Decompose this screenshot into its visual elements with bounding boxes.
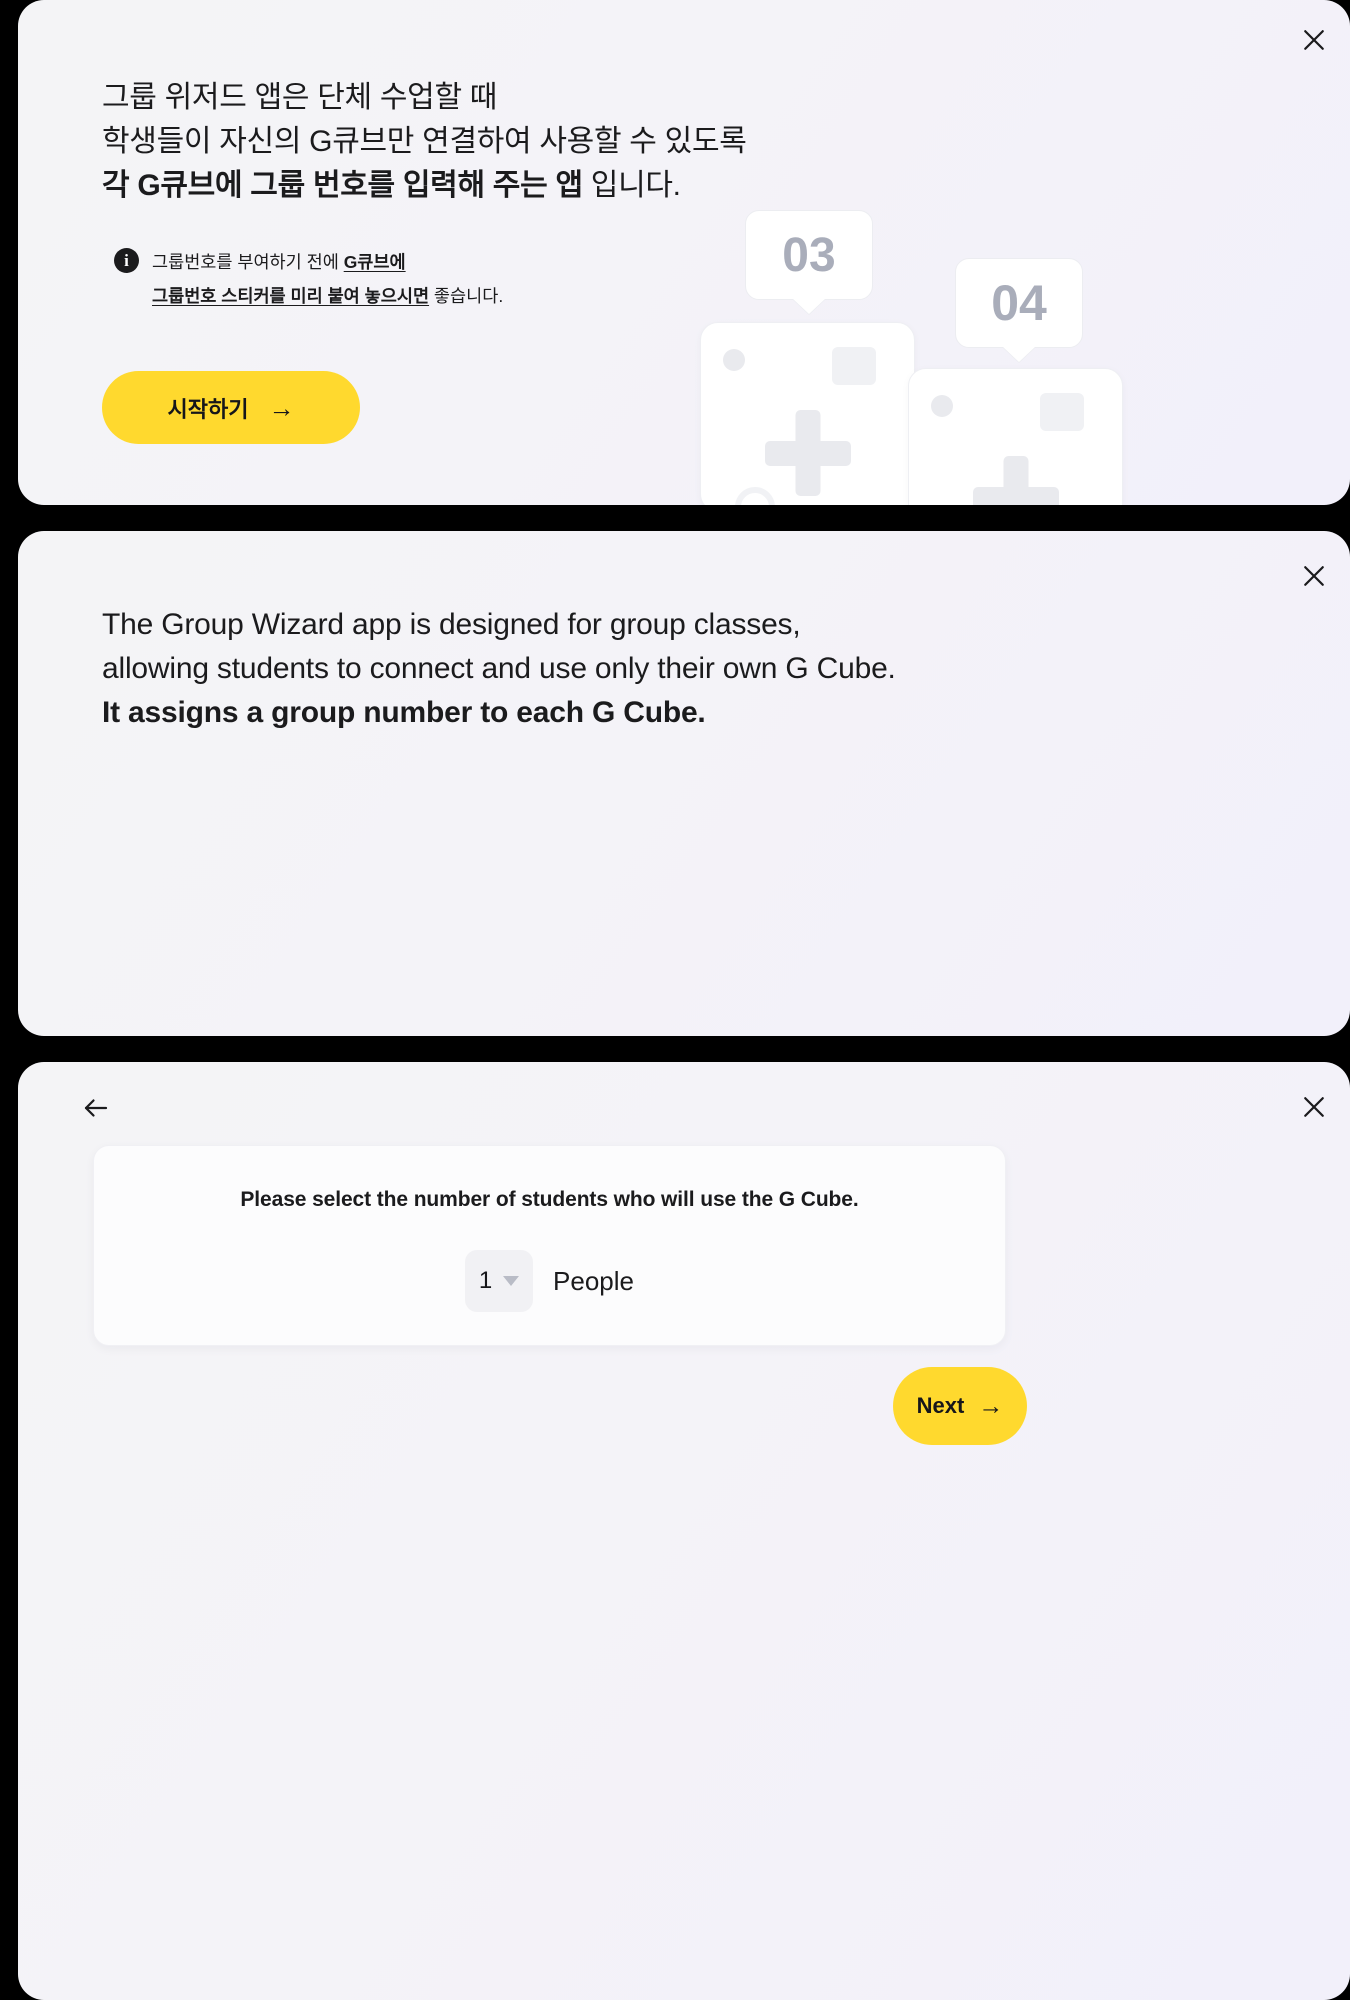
plus-icon bbox=[972, 487, 1059, 505]
next-button[interactable]: Next → bbox=[893, 1367, 1027, 1445]
chevron-down-icon bbox=[503, 1276, 520, 1286]
start-button-label: 시작하기 bbox=[167, 396, 249, 422]
headline-line-3-strong: 각 G큐브에 그룹 번호를 입력해 주는 앱 bbox=[102, 169, 583, 202]
student-count-row: 1 People bbox=[94, 1250, 1005, 1312]
plus-icon bbox=[795, 410, 820, 496]
gcube-illustration: 03 04 bbox=[700, 196, 1350, 505]
page-title: 그룹 위저드 앱은 단체 수업할 때 학생들이 자신의 G큐브만 연결하여 사용… bbox=[102, 78, 747, 210]
device-dot-icon bbox=[931, 395, 953, 417]
gcube-device bbox=[908, 368, 1123, 505]
info-note: i 그룹번호를 부여하기 전에 G큐브에 그룹번호 스티커를 미리 붙여 놓으시… bbox=[114, 246, 503, 313]
headline-line-3: 각 G큐브에 그룹 번호를 입력해 주는 앱 입니다. bbox=[102, 166, 747, 205]
group-number-bubble: 04 bbox=[955, 258, 1083, 348]
info-icon: i bbox=[114, 248, 139, 273]
note-text-underline-1: G큐브에 bbox=[343, 252, 406, 272]
card-title: Please select the number of students who… bbox=[240, 1188, 859, 1211]
device-square-icon bbox=[832, 347, 876, 385]
headline-line-1: 그룹 위저드 앱은 단체 수업할 때 bbox=[102, 81, 498, 114]
headline-line-2: 학생들이 자신의 G큐브만 연결하여 사용할 수 있도록 bbox=[102, 125, 747, 158]
unit-label: People bbox=[553, 1265, 634, 1296]
start-button[interactable]: 시작하기 → bbox=[102, 371, 360, 444]
page-title: The Group Wizard app is designed for gro… bbox=[102, 605, 896, 737]
plus-icon bbox=[1003, 456, 1028, 505]
note-text-underline-2: 그룹번호 스티커를 미리 붙여 놓으시면 bbox=[152, 285, 430, 306]
close-icon[interactable] bbox=[1292, 554, 1336, 598]
selection-card: Please select the number of students who… bbox=[93, 1145, 1006, 1346]
student-count-dropdown[interactable]: 1 bbox=[465, 1250, 534, 1312]
headline-line-3: It assigns a group number to each G Cube… bbox=[102, 696, 706, 729]
next-button-label: Next bbox=[916, 1393, 965, 1418]
app-screen: 그룹 위저드 앱은 단체 수업할 때 학생들이 자신의 G큐브만 연결하여 사용… bbox=[0, 0, 1350, 2000]
close-icon[interactable] bbox=[1292, 18, 1336, 62]
headline-line-2: allowing students to connect and use onl… bbox=[102, 652, 896, 685]
device-dot-icon bbox=[723, 349, 745, 371]
intro-panel-english: The Group Wizard app is designed for gro… bbox=[18, 531, 1350, 1036]
plus-icon bbox=[764, 441, 851, 466]
intro-panel-korean: 그룹 위저드 앱은 단체 수업할 때 학생들이 자신의 G큐브만 연결하여 사용… bbox=[18, 0, 1350, 505]
select-students-panel: Please select the number of students who… bbox=[18, 1062, 1350, 2000]
back-arrow-icon[interactable] bbox=[74, 1086, 118, 1130]
note-text-tail: 좋습니다. bbox=[429, 285, 504, 306]
headline-line-1: The Group Wizard app is designed for gro… bbox=[102, 608, 801, 641]
student-count-value: 1 bbox=[478, 1267, 493, 1294]
device-ring-icon bbox=[735, 487, 775, 505]
device-square-icon bbox=[1040, 393, 1084, 431]
note-line-1: 그룹번호를 부여하기 전에 G큐브에 bbox=[152, 246, 503, 280]
gcube-device bbox=[700, 322, 915, 505]
close-icon[interactable] bbox=[1292, 1085, 1336, 1129]
arrow-right-icon: → bbox=[978, 1391, 1004, 1420]
arrow-right-icon: → bbox=[268, 392, 295, 423]
headline-line-3-tail: 입니다. bbox=[582, 169, 681, 202]
group-number-bubble: 03 bbox=[745, 210, 873, 300]
note-text-plain: 그룹번호를 부여하기 전에 bbox=[152, 252, 344, 272]
note-line-2: 그룹번호 스티커를 미리 붙여 놓으시면 좋습니다. bbox=[152, 280, 503, 314]
